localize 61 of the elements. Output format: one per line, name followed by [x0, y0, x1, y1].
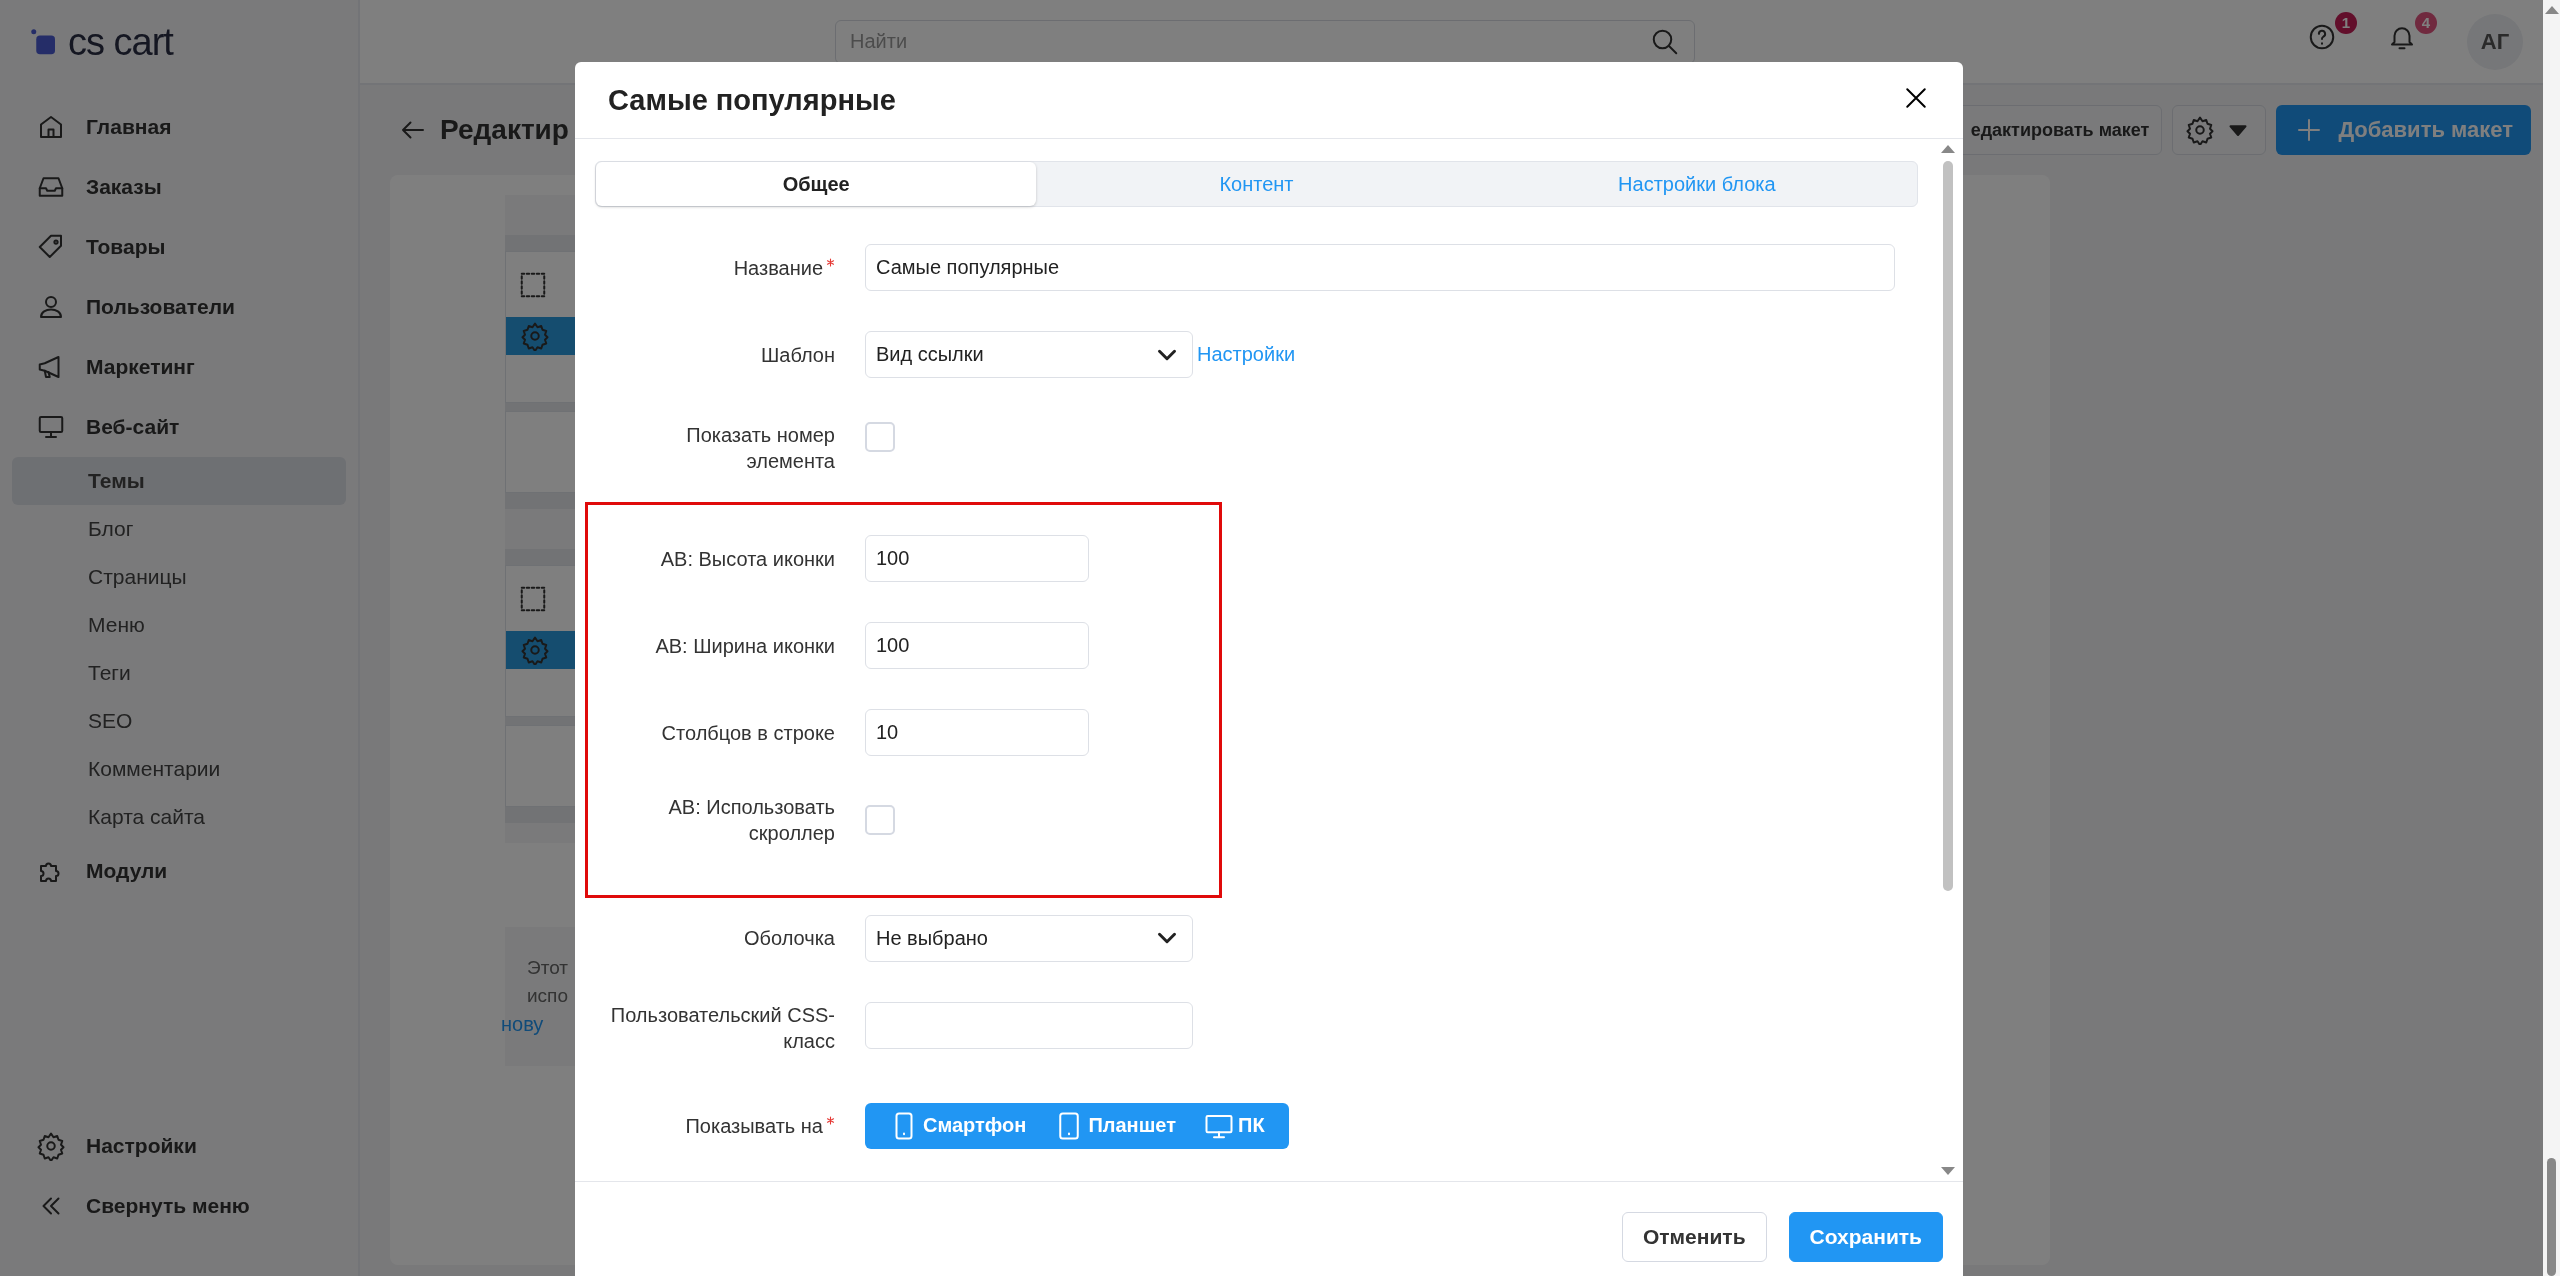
field-label: AB: Высота иконки [660, 546, 835, 572]
sidebar-subitem[interactable]: SEO [12, 697, 346, 745]
device-toggle[interactable]: ПК [1190, 1102, 1279, 1149]
settings-icon[interactable] [520, 321, 550, 351]
text-input[interactable] [865, 1002, 1193, 1049]
sidebar-subitem[interactable]: Теги [12, 649, 346, 697]
select-dropdown[interactable]: Вид ссылки [865, 331, 1193, 378]
sidebar-item[interactable]: Заказы [12, 157, 346, 217]
sidebar-subitem[interactable]: Темы [12, 457, 346, 505]
sidebar-item[interactable]: Пользователи [12, 277, 346, 337]
note-text: Этот [527, 957, 569, 979]
scrollbar[interactable] [1941, 145, 1955, 1175]
checkbox[interactable] [865, 422, 895, 452]
text-input[interactable]: Самые популярные [865, 244, 1895, 291]
page-title: Редактир [440, 114, 569, 146]
tab[interactable]: Общее [596, 162, 1037, 206]
sidebar-item[interactable]: Веб-сайт [12, 397, 346, 457]
checkbox[interactable] [865, 804, 895, 835]
select-dropdown[interactable]: Не выбрано [865, 914, 1193, 962]
sidebar-subitem[interactable]: Меню [12, 601, 346, 649]
sidebar-item[interactable]: Свернуть меню [12, 1176, 346, 1236]
field-label: Столбцов в строке [661, 720, 835, 746]
sidebar-subitem[interactable]: Комментарии [12, 745, 346, 793]
field-label: Шаблон [760, 342, 835, 368]
cancel-button[interactable]: Отменить [1621, 1212, 1767, 1262]
sidebar-item[interactable]: Главная [12, 97, 346, 157]
sidebar-item[interactable]: Настройки [12, 1116, 346, 1176]
device-toggle[interactable]: Смартфон [875, 1102, 1041, 1149]
settings-dropdown-button[interactable] [2172, 105, 2267, 155]
settings-icon [36, 1131, 66, 1161]
note-text: испо [527, 985, 569, 1007]
sidebar-item[interactable]: Маркетинг [12, 337, 346, 397]
settings-icon [2185, 115, 2216, 145]
notification-badge: 4 [2415, 11, 2437, 34]
text-input[interactable]: 100 [865, 535, 1089, 582]
settings-icon[interactable] [520, 635, 550, 665]
sidebar-item[interactable]: Товары [12, 217, 346, 277]
user-avatar[interactable]: АГ [2467, 13, 2523, 70]
sidebar-item[interactable]: Модули [12, 841, 346, 901]
tab[interactable]: Настройки блока [1476, 162, 1917, 206]
field-label: Оболочка [744, 926, 835, 951]
logo-text: cs cart [68, 21, 173, 64]
save-button[interactable]: Сохранить [1788, 1212, 1943, 1262]
page-scrollbar[interactable] [2543, 0, 2560, 1276]
sidebar-subitem[interactable]: Карта сайта [12, 793, 346, 841]
settings-link[interactable]: Настройки [1197, 343, 1296, 366]
modal-title: Самые популярные [608, 83, 896, 117]
text-input[interactable]: 10 [865, 709, 1089, 756]
add-layout-button[interactable]: Добавить макет [2276, 105, 2531, 155]
text-input[interactable]: 100 [865, 622, 1089, 669]
field-label: Показать номер элемента [685, 423, 835, 474]
field-label: Пользовательский CSS-класс [609, 1003, 835, 1054]
notification-badge: 1 [2335, 11, 2357, 34]
field-label: AB: Использовать скроллер [667, 794, 835, 846]
device-toggle[interactable]: Планшет [1040, 1102, 1190, 1149]
field-label: Показывать на [685, 1113, 823, 1139]
tab[interactable]: Контент [1036, 162, 1477, 206]
field-label: AB: Ширина иконки [655, 633, 835, 659]
field-label: Название [733, 255, 823, 281]
sidebar-subitem[interactable]: Страницы [12, 553, 346, 601]
sidebar-subitem[interactable]: Блог [12, 505, 346, 553]
